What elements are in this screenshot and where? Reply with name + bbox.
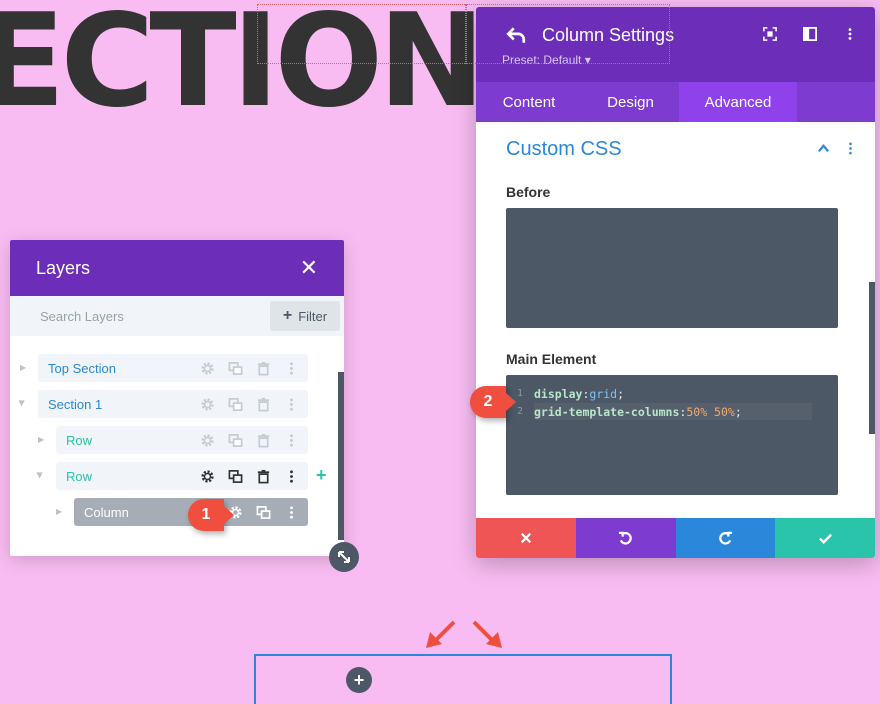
more-vertical-icon[interactable] [844, 142, 857, 158]
search-layers-input[interactable] [40, 308, 240, 324]
main-element-label: Main Element [506, 351, 597, 367]
grid-column-2[interactable] [465, 4, 670, 64]
caret-right-icon[interactable]: ▶ [20, 363, 26, 372]
custom-css-section-title[interactable]: Custom CSS [506, 138, 622, 161]
trash-icon[interactable] [254, 431, 272, 449]
css-value: grid [589, 386, 618, 401]
code-line-2: 2 grid-template-columns:50% 50%; [506, 403, 742, 420]
trash-icon[interactable] [254, 395, 272, 413]
undo-icon [619, 531, 632, 545]
layer-actions [198, 390, 300, 418]
more-vertical-icon[interactable] [841, 25, 859, 43]
layer-actions [226, 498, 300, 526]
tab-content[interactable]: Content [476, 82, 582, 122]
layer-item-row-active[interactable]: Row [56, 462, 308, 490]
filter-label: Filter [298, 308, 328, 324]
settings-body: Custom CSS Before Main Element 1 display… [476, 122, 875, 518]
discard-button[interactable] [476, 518, 576, 558]
layers-panel: Layers ✕ + Filter ▶ Top Section ▶ Sectio… [10, 240, 344, 556]
layers-scrollbar[interactable] [338, 372, 344, 540]
duplicate-icon[interactable] [226, 359, 244, 377]
duplicate-icon[interactable] [226, 431, 244, 449]
caret-right-icon[interactable]: ▶ [38, 435, 44, 444]
layers-search-bar: + Filter [10, 296, 344, 336]
settings-action-bar [476, 518, 875, 558]
before-label: Before [506, 184, 551, 200]
layer-item-row[interactable]: Row [56, 426, 308, 454]
main-element-css-editor[interactable]: 1 display: grid; 2 grid-template-columns:… [506, 375, 838, 495]
code-line-1: 1 display: grid; [506, 385, 624, 402]
arrow-down-left-icon [426, 620, 456, 648]
layer-item-top-section[interactable]: Top Section [38, 354, 308, 382]
split-view-icon[interactable] [801, 25, 819, 43]
layer-label: Row [66, 432, 93, 448]
chevron-up-icon[interactable] [817, 142, 830, 158]
layer-actions [198, 426, 300, 454]
layer-actions [198, 462, 300, 490]
layer-actions [198, 354, 300, 382]
layers-header: Layers ✕ [10, 240, 344, 296]
more-vertical-icon[interactable] [282, 467, 300, 485]
caret-down-icon[interactable]: ▶ [18, 400, 27, 406]
layers-title: Layers [36, 257, 91, 278]
duplicate-icon[interactable] [226, 467, 244, 485]
gear-icon[interactable] [198, 359, 216, 377]
layer-label: Section 1 [48, 396, 103, 412]
filter-button[interactable]: + Filter [270, 301, 340, 331]
css-semicolon: ; [734, 404, 742, 419]
more-vertical-icon[interactable] [282, 395, 300, 413]
layer-label: Row [66, 468, 93, 484]
before-css-editor[interactable] [506, 208, 838, 328]
add-module-button[interactable]: + [346, 667, 372, 693]
layer-label: Column [84, 504, 129, 520]
header-actions [761, 25, 859, 43]
add-module-icon[interactable]: + [316, 465, 327, 486]
layer-label: Top Section [48, 360, 116, 376]
close-icon[interactable]: ✕ [300, 255, 318, 281]
close-icon [520, 532, 531, 544]
gear-icon[interactable] [198, 395, 216, 413]
check-icon [818, 533, 832, 544]
column-settings-panel: Column Settings Preset: Default ▾ Conten… [476, 7, 875, 558]
tab-advanced[interactable]: Advanced [679, 82, 797, 122]
caret-right-icon[interactable]: ▶ [56, 507, 62, 516]
plus-icon: + [282, 307, 293, 324]
css-colon: : [679, 404, 687, 419]
callout-badge-2: 2 [470, 386, 516, 418]
css-property: grid-template-columns [534, 404, 680, 419]
grid-column-1[interactable] [257, 4, 467, 64]
more-vertical-icon[interactable] [282, 503, 300, 521]
row-preview[interactable] [254, 654, 672, 704]
layer-item-section-1[interactable]: Section 1 [38, 390, 308, 418]
caret-down-icon[interactable]: ▶ [36, 472, 45, 478]
fullscreen-icon[interactable] [761, 25, 779, 43]
trash-icon[interactable] [254, 467, 272, 485]
resize-handle-icon[interactable] [329, 542, 359, 572]
settings-tabs: Content Design Advanced [476, 82, 875, 122]
undo-button[interactable] [575, 518, 676, 558]
more-vertical-icon[interactable] [282, 359, 300, 377]
tab-design[interactable]: Design [582, 82, 679, 122]
save-button[interactable] [775, 518, 875, 558]
settings-scrollbar[interactable] [869, 282, 875, 434]
redo-icon [719, 531, 732, 545]
arrow-down-right-icon [472, 620, 502, 648]
redo-button[interactable] [675, 518, 776, 558]
trash-icon[interactable] [254, 359, 272, 377]
css-property: display [534, 386, 583, 401]
more-vertical-icon[interactable] [282, 431, 300, 449]
section-controls [817, 142, 857, 158]
css-colon: : [582, 386, 590, 401]
duplicate-icon[interactable] [254, 503, 272, 521]
duplicate-icon[interactable] [226, 395, 244, 413]
gear-icon[interactable] [198, 431, 216, 449]
gear-icon[interactable] [198, 467, 216, 485]
css-semicolon: ; [617, 386, 625, 401]
css-value: 50% 50% [686, 404, 735, 419]
callout-badge-1: 1 [188, 499, 234, 531]
